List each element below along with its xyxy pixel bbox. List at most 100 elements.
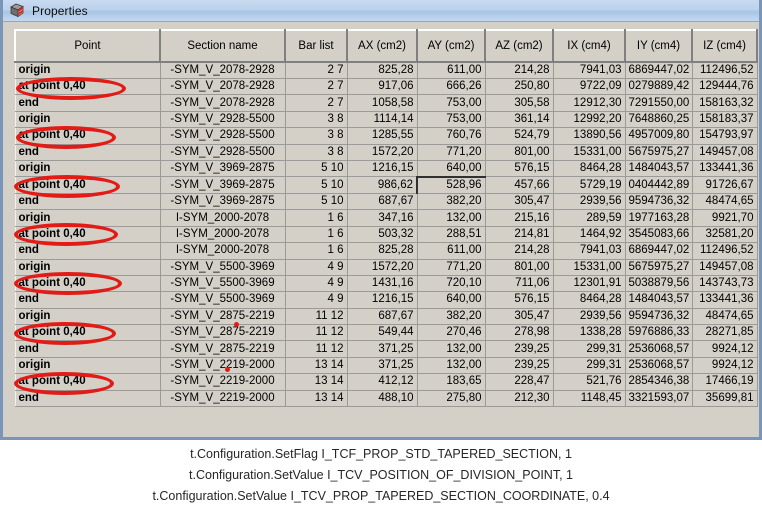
column-header-iz[interactable]: IZ (cm4) [691, 29, 758, 63]
cell-section[interactable]: -SYM_V_5500-3969 [160, 259, 286, 276]
cell-ax[interactable]: 1216,15 [347, 160, 418, 178]
cell-ay[interactable]: 270,46 [417, 324, 486, 342]
cell-point[interactable]: at point 0,40 [14, 176, 161, 194]
cell-ix[interactable]: 8464,28 [553, 160, 626, 178]
cell-iy[interactable]: 0279889,42 [625, 78, 693, 96]
cell-iz[interactable]: 149457,08 [692, 259, 758, 276]
cell-ay[interactable]: 760,76 [417, 127, 486, 145]
cell-ax[interactable]: 1114,14 [347, 111, 418, 129]
cell-section[interactable]: -SYM_V_3969-2875 [160, 160, 286, 178]
cell-point[interactable]: end [14, 291, 161, 309]
table-row[interactable]: at point 0,40 -SYM_V_2219-2000 13 14 412,12… [14, 373, 758, 391]
cell-ix[interactable]: 2939,56 [553, 308, 626, 326]
cell-ix[interactable]: 1148,45 [553, 390, 626, 408]
column-header-bar-list[interactable]: Bar list [284, 29, 348, 63]
table-row[interactable]: end -SYM_V_2928-5500 3 8 1572,20 771,20 801,0… [14, 143, 758, 161]
cell-iy[interactable]: 9594736,32 [625, 193, 693, 211]
cell-bar[interactable]: 3 8 [285, 127, 348, 145]
cell-ax[interactable]: 687,67 [347, 193, 418, 211]
cell-iz[interactable]: 35699,81 [692, 390, 758, 408]
cell-point[interactable]: end [14, 389, 161, 408]
cell-ax[interactable]: 503,32 [347, 226, 418, 244]
cell-ax[interactable]: 549,44 [347, 324, 418, 342]
table-row[interactable]: origin -SYM_V_2875-2219 11 12 687,67 382,20 3… [14, 307, 758, 326]
cell-ay-selected[interactable]: 528,96 [416, 175, 486, 194]
cell-ay[interactable]: 132,00 [417, 340, 486, 358]
column-header-point[interactable]: Point [14, 29, 161, 63]
cell-section[interactable]: -SYM_V_2928-5500 [160, 144, 286, 161]
cell-ix[interactable]: 521,76 [553, 373, 626, 391]
cell-point[interactable]: at point 0,40 [14, 274, 161, 293]
cell-ix[interactable]: 13890,56 [553, 127, 626, 145]
cell-ix[interactable]: 15331,00 [553, 144, 626, 161]
table-row[interactable]: at point 0,40 -SYM_V_2875-2219 11 12 549,44… [14, 324, 758, 342]
cell-iz[interactable]: 154793,97 [692, 127, 758, 145]
cell-iz[interactable]: 9921,70 [692, 209, 758, 227]
table-row[interactable]: origin -SYM_V_5500-3969 4 9 1572,20 771,20 80… [14, 258, 758, 276]
cell-ay[interactable]: 753,00 [417, 94, 486, 112]
table-row[interactable]: origin -SYM_V_2078-2928 2 7 825,28 611,00 214… [14, 61, 758, 79]
cell-az[interactable]: 801,00 [485, 144, 554, 161]
cell-bar[interactable]: 1 6 [285, 209, 348, 227]
cell-ay[interactable]: 720,10 [417, 275, 486, 293]
cell-az[interactable]: 361,14 [485, 111, 554, 129]
cell-iy[interactable]: 1484043,57 [625, 291, 693, 309]
cell-iz[interactable]: 9924,12 [692, 340, 758, 358]
cell-bar[interactable]: 5 10 [285, 160, 348, 178]
column-header-ay[interactable]: AY (cm2) [416, 29, 486, 63]
cell-section[interactable]: I-SYM_2000-2078 [160, 226, 286, 244]
cell-point[interactable]: origin [14, 110, 161, 129]
column-header-iy[interactable]: IY (cm4) [624, 29, 693, 63]
cell-iy[interactable]: 5675975,27 [625, 259, 693, 276]
column-header-az[interactable]: AZ (cm2) [484, 29, 554, 63]
cell-section[interactable]: I-SYM_2000-2078 [160, 209, 286, 227]
cell-iz[interactable]: 129444,76 [692, 78, 758, 96]
cell-ax[interactable]: 1572,20 [347, 144, 418, 161]
cell-bar[interactable]: 2 7 [285, 78, 348, 96]
cell-ay[interactable]: 132,00 [417, 209, 486, 227]
cell-bar[interactable]: 2 7 [285, 62, 348, 79]
cell-ax[interactable]: 1572,20 [347, 259, 418, 276]
cell-point[interactable]: at point 0,40 [14, 373, 161, 391]
cell-az[interactable]: 457,66 [485, 176, 554, 194]
cell-ay[interactable]: 666,26 [417, 78, 486, 96]
cell-iy[interactable]: 6869447,02 [625, 242, 693, 260]
cell-ay[interactable]: 183,65 [417, 373, 486, 391]
cell-bar[interactable]: 2 7 [285, 94, 348, 112]
cell-ix[interactable]: 12912,30 [553, 94, 626, 112]
table-row[interactable]: origin -SYM_V_2219-2000 13 14 371,25 132,00 2… [14, 356, 758, 375]
cell-bar[interactable]: 1 6 [285, 226, 348, 244]
cell-section[interactable]: -SYM_V_2219-2000 [160, 357, 286, 375]
cell-bar[interactable]: 3 8 [285, 144, 348, 161]
cell-iy[interactable]: 7291550,00 [625, 94, 693, 112]
cell-ay[interactable]: 132,00 [417, 357, 486, 375]
cell-point[interactable]: origin [14, 307, 161, 326]
cell-point[interactable]: origin [14, 61, 161, 79]
cell-az[interactable]: 305,58 [485, 94, 554, 112]
cell-ix[interactable]: 8464,28 [553, 291, 626, 309]
cell-ay[interactable]: 275,80 [417, 390, 486, 408]
cell-bar[interactable]: 11 12 [285, 308, 348, 326]
cell-iy[interactable]: 0404442,89 [625, 176, 693, 194]
cell-ax[interactable]: 1216,15 [347, 291, 418, 309]
cell-iz[interactable]: 32581,20 [692, 226, 758, 244]
cell-ax[interactable]: 1058,58 [347, 94, 418, 112]
cell-ix[interactable]: 1338,28 [553, 324, 626, 342]
cell-section[interactable]: -SYM_V_3969-2875 [160, 176, 286, 194]
table-row[interactable]: end -SYM_V_2219-2000 13 14 488,10 275,80 212,… [14, 389, 758, 408]
cell-ix[interactable]: 9722,09 [553, 78, 626, 96]
cell-bar[interactable]: 11 12 [285, 340, 348, 358]
cell-iy[interactable]: 2536068,57 [625, 357, 693, 375]
cell-point[interactable]: end [14, 94, 161, 112]
table-row[interactable]: origin I-SYM_2000-2078 1 6 347,16 132,00 215,… [14, 209, 758, 227]
cell-point[interactable]: origin [14, 209, 161, 227]
cell-ix[interactable]: 2939,56 [553, 193, 626, 211]
cell-iz[interactable]: 112496,52 [692, 242, 758, 260]
cell-iy[interactable]: 1484043,57 [625, 160, 693, 178]
cell-ix[interactable]: 289,59 [553, 209, 626, 227]
cell-section[interactable]: -SYM_V_2219-2000 [160, 390, 286, 408]
cell-section[interactable]: -SYM_V_2875-2219 [160, 308, 286, 326]
cell-ay[interactable]: 611,00 [417, 242, 486, 260]
cell-section[interactable]: -SYM_V_2875-2219 [160, 324, 286, 342]
cell-ix[interactable]: 12992,20 [553, 111, 626, 129]
